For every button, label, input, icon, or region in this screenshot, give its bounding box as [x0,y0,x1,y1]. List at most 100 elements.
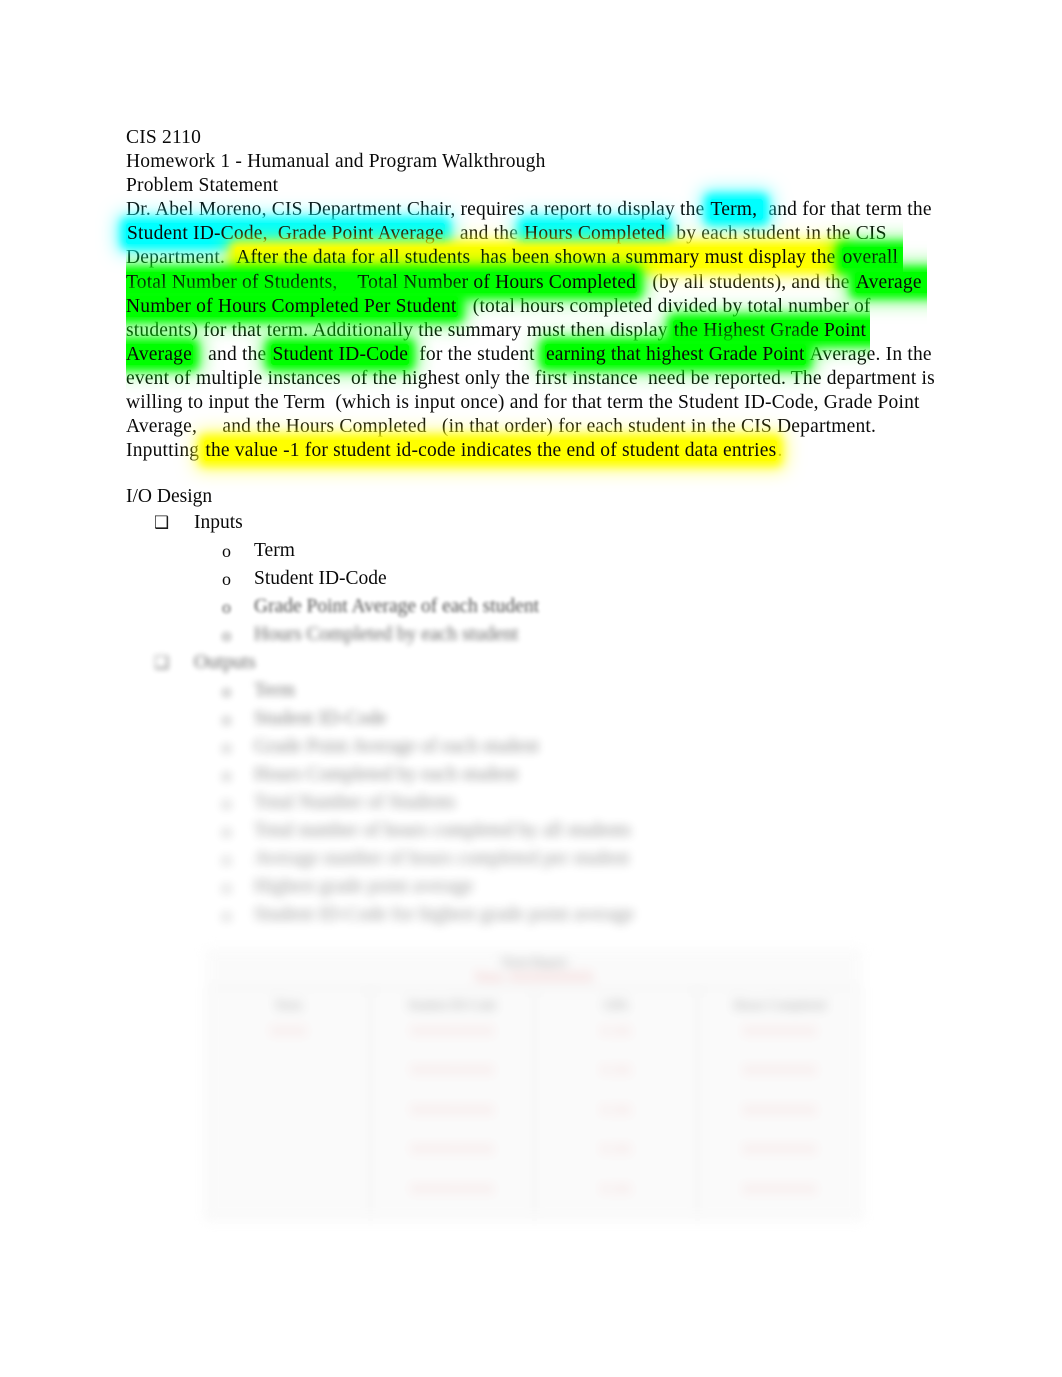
list-item: o Highest grade point average [126,873,936,901]
table-caption: Term Report Term: XXXXXXXXX [206,948,862,988]
circle-bullet-icon: o [222,821,231,842]
highlighted-text-run-green: Student ID-Code [271,343,410,365]
table-header-cell: GPA [534,988,699,1021]
course-code: CIS 2110 [126,127,202,148]
term-report-table-wrapper: Term Report Term: XXXXXXXXX Term Student … [206,948,862,1220]
table-cell [206,1178,371,1220]
list-item: o Term [126,677,936,705]
table-cell [206,1139,371,1179]
table-caption-line-1: Term Report [501,954,567,969]
inputs-list: o Term o Student ID-Code o Grade Point Averag… [126,537,936,649]
list-item: o Grade Point Average of each student [126,733,936,761]
highlighted-text-run-yellow: After the data for all students has been… [235,247,842,269]
table-header-cell: Student ID-Code [370,988,535,1021]
table-header-cell: Term [206,988,371,1021]
assignment-title: Homework 1 - Humanual and Program Walkth… [126,151,546,173]
list-item: o Total number of hours completed by all … [126,817,936,845]
text-run: (by all students), and the [637,271,855,293]
problem-statement-paragraph: Dr. Abel Moreno, CIS Department Chair, r… [126,198,936,463]
list-item-label: Student ID-Code for highest grade point … [254,904,635,926]
list-item: o Average number of hours completed per s… [126,845,936,873]
table-cell: X.XX [534,1060,699,1100]
table-cell: XXXXXXXX [742,1062,818,1078]
highlighted-text-run-yellow: the value -1 for student id-code indicat… [204,440,778,462]
list-item-label: Grade Point Average of each student [254,596,539,618]
circle-bullet-icon: o [222,877,231,898]
circle-bullet-icon: o [222,905,231,926]
circle-bullet-icon: o [222,793,231,814]
list-item: o Total Number of Students [126,789,936,817]
table-cell: XXXXXXXXX [370,1021,535,1061]
circle-bullet-icon: o [222,569,231,590]
table-cell: XXXXXXXX [742,1101,818,1117]
table-cell: X.XX [534,1099,699,1140]
table-row: XXXXXXXXX X.XX XXXXXXXX [206,1099,862,1140]
list-item: o Student ID-Code [126,565,936,593]
list-item-label: Hours Completed by each student [254,624,519,646]
outputs-list: o Term o Student ID-Code o Grade Point Averag… [126,677,936,929]
table-cell: X.XX [534,1021,699,1061]
list-item: o Student ID-Code for highest grade point… [126,901,936,929]
list-item: o Student ID-Code [126,705,936,733]
circle-bullet-icon: o [222,681,231,702]
text-run: and the [444,223,524,245]
outputs-group-item: ❑ Outputs [126,649,936,677]
text-run: . [777,440,783,462]
table-row: XXXX XXXXXXXXX X.XX XXXXXXXX [206,1021,862,1061]
term-report-table: Term Report Term: XXXXXXXXX Term Student … [206,948,862,1220]
table-cell: XXXXXXXX [742,1023,818,1038]
list-item: o Hours Completed by each student [126,761,936,789]
circle-bullet-icon: o [222,709,231,730]
table-body: XXXX XXXXXXXXX X.XX XXXXXXXX XXXXXXXXX X.XX XX… [206,1021,862,1220]
problem-statement-heading: Problem Statement [126,175,279,197]
highlighted-text-run-cyan: Student ID-Code, Grade Point Average [126,223,445,245]
list-item-label: Total Number of Students [254,792,456,814]
list-item: o Hours Completed by each student [126,621,936,649]
table-cell: X.XX [534,1139,699,1179]
highlighted-text-run-cyan: Hours Completed [523,223,667,245]
list-item-label: Term [254,540,295,562]
table-caption-line-2: Term: XXXXXXXXX [474,969,594,984]
list-item: o Term [126,537,936,565]
inputs-label: Inputs [194,512,243,534]
highlighted-text-run-green: earning that highest Grade Point [544,343,806,365]
list-item-label: Student ID-Code [254,708,387,730]
list-item-label: Grade Point Average of each student [254,736,539,758]
table-cell [206,1099,371,1140]
circle-bullet-icon: o [222,597,231,618]
io-design-heading: I/O Design [126,486,213,508]
table-cell: XXXXXXXXX [370,1060,535,1100]
document-body: CIS 2110 Homework 1 - Humanual and Progr… [126,126,936,929]
square-bullet-icon: ❑ [154,653,170,674]
table-row: XXXXXXXXX X.XX XXXXXXXX [206,1178,862,1220]
table-cell: X.XX [534,1178,699,1220]
table-head: Term Student ID-Code GPA Hours Completed [206,988,862,1021]
table-cell: XXXXXXXXX [370,1178,535,1220]
list-item-label: Total number of hours completed by all s… [254,820,632,842]
circle-bullet-icon: o [222,765,231,786]
circle-bullet-icon: o [222,625,231,646]
list-item-label: Student ID-Code [254,568,387,590]
table-header-cell: Hours Completed [733,997,826,1012]
document-page: CIS 2110 Homework 1 - Humanual and Progr… [0,0,1062,1377]
list-item: o Grade Point Average of each student [126,593,936,621]
highlighted-text-run-cyan: Term, [709,199,764,221]
table-row: XXXXXXXXX X.XX XXXXXXXX [206,1139,862,1179]
list-item-label: Average number of hours completed per st… [254,848,630,870]
table-cell: XXXXXXXXX [370,1099,535,1140]
table-cell: XXXX [206,1021,371,1061]
text-run: Dr. Abel Moreno, CIS Department Chair, r… [126,199,710,221]
list-item-label: Term [254,680,295,702]
table-cell: XXXXXXXX [742,1180,818,1196]
outputs-label: Outputs [194,652,256,674]
table-header-row: Term Student ID-Code GPA Hours Completed [206,988,862,1021]
table-cell: XXXXXXXXX [370,1139,535,1179]
list-item-label: Highest grade point average [254,876,474,898]
text-run: for the student [409,343,545,365]
circle-bullet-icon: o [222,849,231,870]
table-cell: XXXXXXXX [742,1141,818,1157]
text-run: and the [192,343,272,365]
circle-bullet-icon: o [222,737,231,758]
table-cell [206,1060,371,1100]
circle-bullet-icon: o [222,541,231,562]
